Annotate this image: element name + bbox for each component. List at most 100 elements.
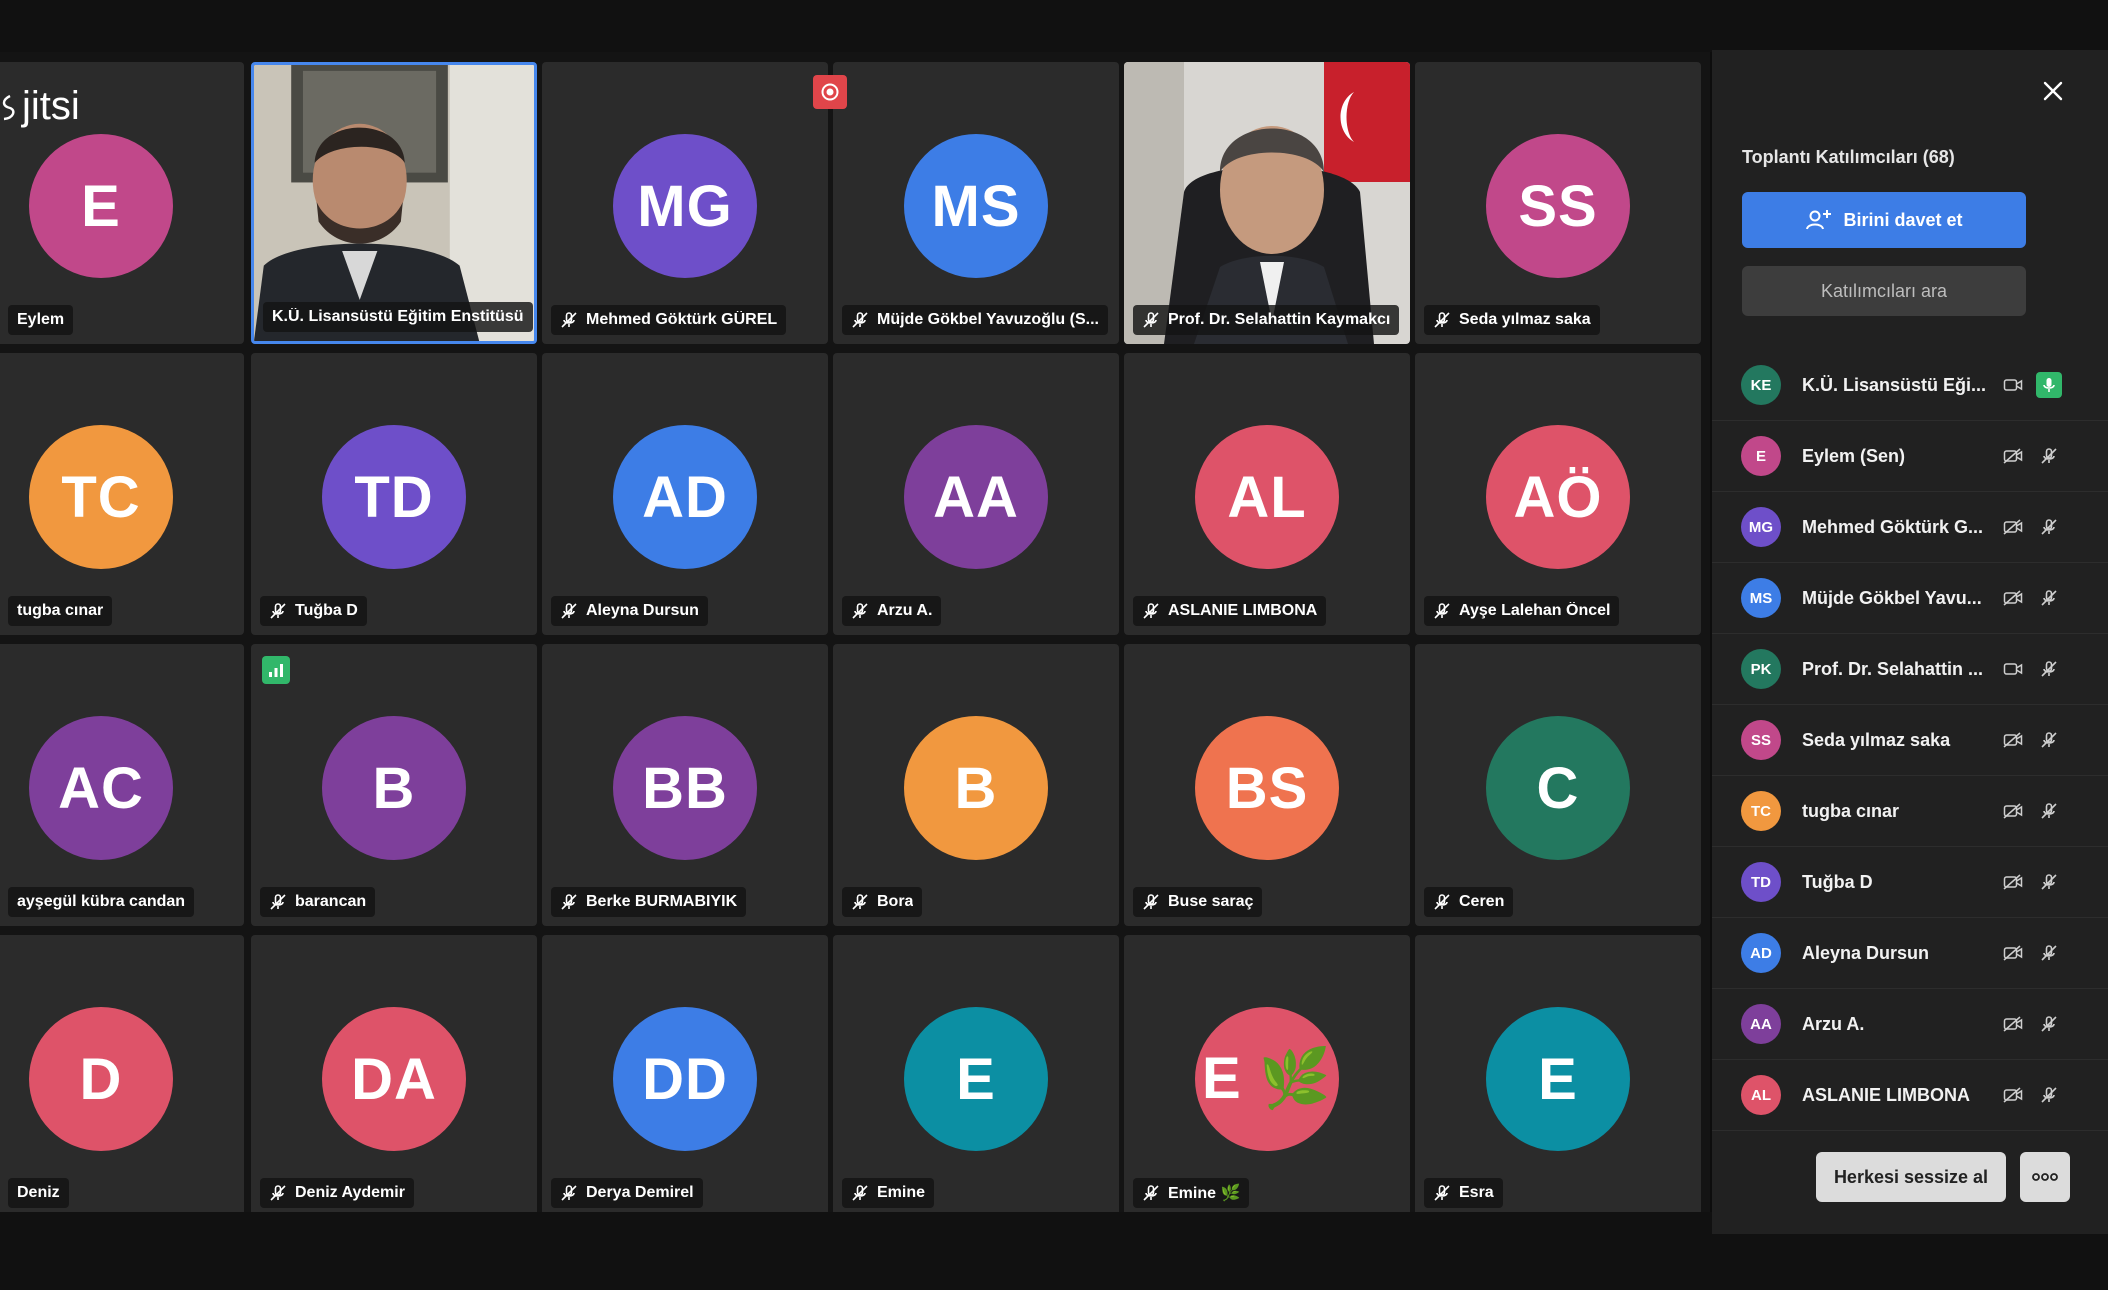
participant-name: Deniz Aydemir [295,1184,405,1201]
participant-name: Müjde Gökbel Yavu... [1802,587,1982,608]
mic-muted-icon [2036,727,2062,753]
participant-name: Emine 🌿 [1168,1185,1241,1202]
participant-tile-berke-burmabiyik[interactable]: BB Berke BURMABIYIK [542,644,828,926]
participant-list-item[interactable]: TC tugba cınar [1712,776,2108,847]
participant-tile-deniz-aydemir[interactable]: DA Deniz Aydemir [251,935,537,1217]
mic-muted-icon [1142,602,1160,620]
participant-list-item[interactable]: AL ASLANIE LIMBONA [1712,1060,2108,1131]
participants-pane: Toplantı Katılımcıları (68) Birini davet… [1712,50,2108,1234]
name-tag: Prof. Dr. Selahattin Kaymakcı [1133,305,1400,335]
participant-name: ASLANIE LIMBONA [1168,602,1318,619]
avatar: D [29,1007,173,1151]
participant-tile-k-u-lisansu-stu-eg-itim-enstitu-su[interactable]: K.Ü. Lisansüstü Eğitim Enstitüsü [251,62,537,344]
participant-tile-aslanie-limbona[interactable]: AL ASLANIE LIMBONA [1124,353,1410,635]
recording-icon[interactable] [813,75,847,109]
name-tag: Berke BURMABIYIK [551,887,747,917]
mute-all-button[interactable]: Herkesi sessize al [1816,1152,2006,1202]
connection-indicator-icon[interactable] [262,656,290,684]
participant-tile-esra[interactable]: E Esra [1415,935,1701,1217]
participant-tile-buse-sarac[interactable]: BS Buse saraç [1124,644,1410,926]
camera-off-icon [2002,871,2024,893]
name-tag: Aleyna Dursun [551,596,708,626]
participant-list-item[interactable]: AA Arzu A. [1712,989,2108,1060]
mic-muted-icon [1433,1184,1451,1202]
avatar: B [322,716,466,860]
mic-muted-icon [2036,443,2062,469]
participant-name: Ayşe Lalehan Öncel [1459,602,1611,619]
mic-muted-icon [269,602,287,620]
participant-name: Aleyna Dursun [586,602,699,619]
participant-tile-prof-dr-selahattin-kaymakc[interactable]: Prof. Dr. Selahattin Kaymakcı [1124,62,1410,344]
participant-tile-derya-demirel[interactable]: DD Derya Demirel [542,935,828,1217]
mic-muted-icon [560,311,578,329]
participants-title: Toplantı Katılımcıları (68) [1742,147,1955,167]
participant-search-input[interactable]: Katılımcıları ara [1742,266,2026,316]
invite-button[interactable]: Birini davet et [1742,192,2026,248]
name-tag: Buse saraç [1133,887,1263,917]
participant-tile-aleyna-dursun[interactable]: AD Aleyna Dursun [542,353,828,635]
name-tag: Bora [842,887,923,917]
avatar: AA [1741,1004,1781,1044]
participant-list-item[interactable]: SS Seda yılmaz saka [1712,705,2108,776]
participant-list-item[interactable]: E Eylem (Sen) [1712,421,2108,492]
participant-name: ASLANIE LIMBONA [1802,1084,1970,1105]
avatar: DA [322,1007,466,1151]
jitsi-logo[interactable]: jitsi [0,84,80,129]
participant-tile-ays-egu-l-ku-bra-candan[interactable]: AC ayşegül kübra candan [0,644,244,926]
participant-tile-arzu-a[interactable]: AA Arzu A. [833,353,1119,635]
camera-off-icon [2002,1013,2024,1035]
participant-name: Mehmed Göktürk GÜREL [586,311,778,328]
mic-muted-icon [2036,514,2062,540]
name-tag: tugba cınar [8,596,113,626]
participant-tile-tug-ba-d[interactable]: TD Tuğba D [251,353,537,635]
mic-muted-icon [2036,798,2062,824]
name-tag: Derya Demirel [551,1178,703,1208]
mic-muted-icon [1433,311,1451,329]
participant-tile-bora[interactable]: B Bora [833,644,1119,926]
participant-tile-emine[interactable]: E Emine [833,935,1119,1217]
avatar: E [29,134,173,278]
avatar: DD [613,1007,757,1151]
participant-name: Eylem (Sen) [1802,445,1906,466]
participant-tile-seda-y-lmaz-saka[interactable]: SS Seda yılmaz saka [1415,62,1701,344]
avatar: AÖ [1486,425,1630,569]
participant-tile-emine[interactable]: E 🌿 Emine 🌿 [1124,935,1410,1217]
participant-list-item[interactable]: PK Prof. Dr. Selahattin ... [1712,634,2108,705]
participant-name: Emine [877,1184,926,1201]
mic-muted-icon [1433,602,1451,620]
participant-name: Seda yılmaz saka [1802,729,1951,750]
participant-tile-mu-jde-go-kbel-yavuzog-lu-s[interactable]: MS Müjde Gökbel Yavuzoğlu (S... [833,62,1119,344]
participant-name: Arzu A. [877,602,933,619]
camera-off-icon [2002,516,2024,538]
mic-muted-icon [269,893,287,911]
participant-name: tugba cınar [17,602,104,619]
more-options-button[interactable] [2020,1152,2070,1202]
participant-tile-tugba-c-nar[interactable]: TC tugba cınar [0,353,244,635]
participant-list-item[interactable]: MS Müjde Gökbel Yavu... [1712,563,2108,634]
name-tag: Emine 🌿 [1133,1178,1250,1208]
participant-tile-ceren[interactable]: C Ceren [1415,644,1701,926]
participant-tile-mehmed-go-ktu-rk-gu-rel[interactable]: MG Mehmed Göktürk GÜREL [542,62,828,344]
mic-muted-icon [560,893,578,911]
participant-list-item[interactable]: KE K.Ü. Lisansüstü Eği... [1712,350,2108,421]
camera-off-icon [2002,800,2024,822]
mute-all-label: Herkesi sessize al [1833,1166,1989,1187]
top-bar [0,0,2108,52]
avatar: E [904,1007,1048,1151]
participant-list-item[interactable]: MG Mehmed Göktürk G... [1712,492,2108,563]
participant-tile-barancan[interactable]: Bbarancan [251,644,537,926]
participant-list-item[interactable]: TD Tuğba D [1712,847,2108,918]
avatar: TC [29,425,173,569]
mic-muted-icon [2036,869,2062,895]
participant-name: Tuğba D [295,602,358,619]
participant-tile-ays-e-lalehan-o-ncel[interactable]: AÖ Ayşe Lalehan Öncel [1415,353,1701,635]
close-icon[interactable] [2038,76,2068,106]
avatar: E 🌿 [1195,1007,1339,1151]
avatar: TD [322,425,466,569]
participant-name: Esra [1459,1184,1494,1201]
mic-muted-icon [1142,311,1160,329]
avatar: PK [1741,649,1781,689]
participant-name: K.Ü. Lisansüstü Eğitim Enstitüsü [272,308,524,325]
participant-list-item[interactable]: AD Aleyna Dursun [1712,918,2108,989]
participant-tile-deniz[interactable]: D Deniz [0,935,244,1217]
